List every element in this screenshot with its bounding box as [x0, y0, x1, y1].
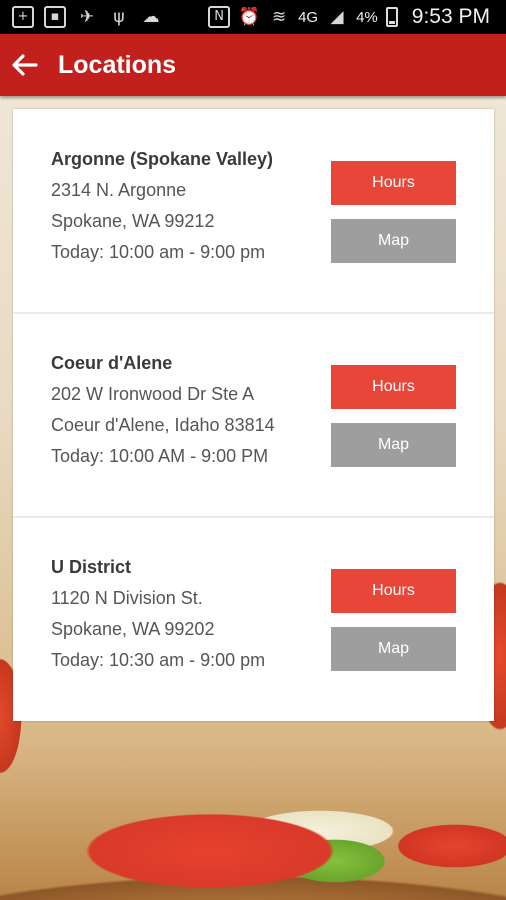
location-hours-today: Today: 10:00 AM - 9:00 PM — [51, 446, 269, 466]
location-address2: Coeur d'Alene, Idaho 83814 — [51, 415, 275, 435]
battery-percent: 4% — [356, 8, 378, 26]
signal-icon: ◢ — [330, 7, 344, 27]
wifi-icon: ≋ — [271, 7, 287, 27]
nfc-icon: N — [208, 6, 231, 28]
location-card-u-district: U District 1120 N Division St. Spokane, … — [13, 516, 494, 719]
hours-button[interactable]: Hours — [331, 569, 456, 613]
location-card-argonne: Argonne (Spokane Valley) 2314 N. Argonne… — [13, 109, 494, 312]
location-address2: Spokane, WA 99212 — [51, 211, 215, 231]
hours-button[interactable]: Hours — [331, 365, 456, 409]
cloud-icon: ☁ — [142, 7, 160, 27]
usb-icon: ψ — [113, 7, 125, 27]
location-name: U District — [51, 557, 132, 577]
location-hours-today: Today: 10:30 am - 9:00 pm — [51, 650, 266, 670]
location-hours-today: Today: 10:00 am - 9:00 pm — [51, 242, 266, 262]
network-type: 4G — [298, 8, 319, 26]
clock: 9:53 PM — [411, 5, 490, 28]
map-button[interactable]: Map — [331, 627, 456, 671]
app-bar: Locations — [0, 34, 506, 96]
map-button[interactable]: Map — [331, 423, 456, 467]
map-button[interactable]: Map — [331, 219, 456, 263]
back-arrow-icon[interactable] — [6, 46, 44, 84]
status-bar: + ▪ ✈ ψ ☁ N ⏰ ≋ 4G ◢ 4% 9:53 PM — [0, 0, 506, 34]
location-card-coeur-dalene: Coeur d'Alene 202 W Ironwood Dr Ste A Co… — [13, 312, 494, 515]
hours-button[interactable]: Hours — [331, 161, 456, 205]
location-name: Coeur d'Alene — [51, 353, 173, 373]
add-notification-icon: + — [12, 6, 34, 28]
location-address2: Spokane, WA 99202 — [51, 619, 215, 639]
locations-list: Argonne (Spokane Valley) 2314 N. Argonne… — [13, 109, 494, 721]
location-address1: 202 W Ironwood Dr Ste A — [51, 384, 255, 404]
airplane-icon: ✈ — [79, 7, 95, 27]
location-name: Argonne (Spokane Valley) — [51, 149, 274, 169]
page-title: Locations — [58, 51, 177, 79]
location-address1: 1120 N Division St. — [51, 588, 203, 608]
location-address1: 2314 N. Argonne — [51, 180, 187, 200]
alarm-icon: ⏰ — [238, 7, 260, 27]
battery-icon — [385, 7, 398, 27]
image-notification-icon: ▪ — [44, 6, 66, 28]
